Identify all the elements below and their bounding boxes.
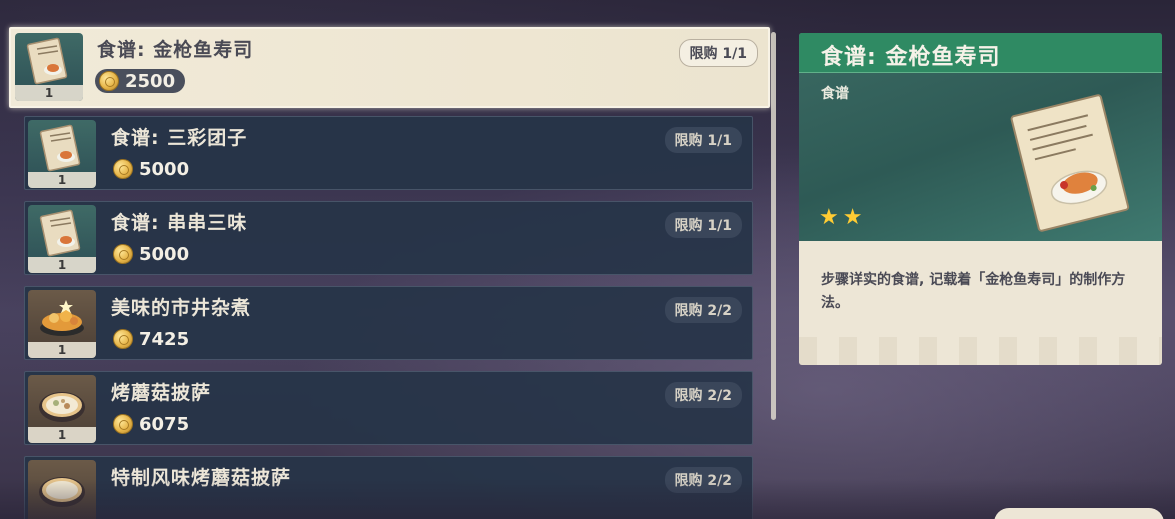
item-quantity: 1 [28,257,96,273]
item-thumbnail: 1 [15,33,83,101]
item-name: 食谱: 串串三味 [111,212,248,234]
shop-item-skewer-recipe[interactable]: 1 食谱: 串串三味 5000 限购 1/1 [24,201,753,275]
item-thumbnail: 1 [28,120,96,188]
recipe-scroll-icon [39,209,81,257]
recipe-scroll-icon [39,124,81,172]
item-price: 2500 [95,69,186,93]
detail-title-bar: 食谱: 金枪鱼寿司 [799,33,1162,73]
shop-item-tuna-sushi-recipe[interactable]: 1 食谱: 金枪鱼寿司 2500 限购 1/1 [9,27,770,108]
item-quantity: 1 [15,85,83,101]
mora-coin-icon [113,244,133,264]
shop-item-mushroom-pizza[interactable]: 1 烤蘑菇披萨 6075 限购 2/2 [24,371,753,445]
item-price: 7425 [109,327,199,351]
purchase-limit-badge: 限购 1/1 [664,212,742,238]
item-name: 烤蘑菇披萨 [111,382,212,404]
item-thumbnail: 1 [28,375,96,443]
purchase-limit-badge: 限购 2/2 [664,382,742,408]
item-detail-panel: 食谱: 金枪鱼寿司 食谱 ★ ★ 步骤详实的食谱, 记载着「金枪鱼寿司」的制作方… [799,33,1162,365]
item-price-value: 7425 [139,328,190,350]
recipe-scroll-icon [999,88,1149,242]
star-icon: ★ [842,205,863,230]
item-thumbnail: 1 [28,205,96,273]
shop-item-list[interactable]: 1 食谱: 金枪鱼寿司 2500 限购 1/1 1 食谱: 三彩团子 5000 … [0,0,780,519]
detail-title: 食谱: 金枪鱼寿司 [821,45,1001,70]
item-price-value: 6075 [139,413,190,435]
detail-item-type: 食谱 [821,86,849,102]
mora-coin-icon [113,414,133,434]
detail-header: 食谱: 金枪鱼寿司 食谱 ★ ★ [799,33,1162,241]
purchase-limit-badge: 限购 2/2 [664,297,742,323]
rarity-stars: ★ ★ [819,207,862,229]
item-quantity: 1 [28,427,96,443]
purchase-limit-badge: 限购 1/1 [678,39,758,67]
list-scrollbar[interactable] [771,32,776,420]
item-quantity: 1 [28,342,96,358]
panel-decoration [799,337,1162,365]
item-thumbnail: 1 [28,290,96,358]
item-price-value: 5000 [139,243,190,265]
detail-description: 步骤详实的食谱, 记载着「金枪鱼寿司」的制作方法。 [821,272,1126,311]
item-price: 6075 [109,412,199,436]
item-price-value: 2500 [125,70,176,92]
item-price: 5000 [109,242,199,266]
shop-item-tricolor-dango-recipe[interactable]: 1 食谱: 三彩团子 5000 限购 1/1 [24,116,753,190]
mora-coin-icon [99,71,119,91]
pizza-icon [39,392,85,422]
item-price-value: 5000 [139,158,190,180]
recipe-scroll-icon [26,37,68,85]
mora-coin-icon [113,159,133,179]
stew-pot-icon [40,300,84,336]
bottom-right-button[interactable] [994,508,1164,519]
item-name: 食谱: 金枪鱼寿司 [97,39,254,61]
purchase-limit-badge: 限购 1/1 [664,127,742,153]
item-name: 食谱: 三彩团子 [111,127,248,149]
star-icon: ★ [819,205,839,230]
item-name: 美味的市井杂煮 [111,297,252,319]
item-price: 5000 [109,157,199,181]
shop-item-street-stew[interactable]: 1 美味的市井杂煮 7425 限购 2/2 [24,286,753,360]
item-quantity: 1 [28,172,96,188]
mora-coin-icon [113,329,133,349]
